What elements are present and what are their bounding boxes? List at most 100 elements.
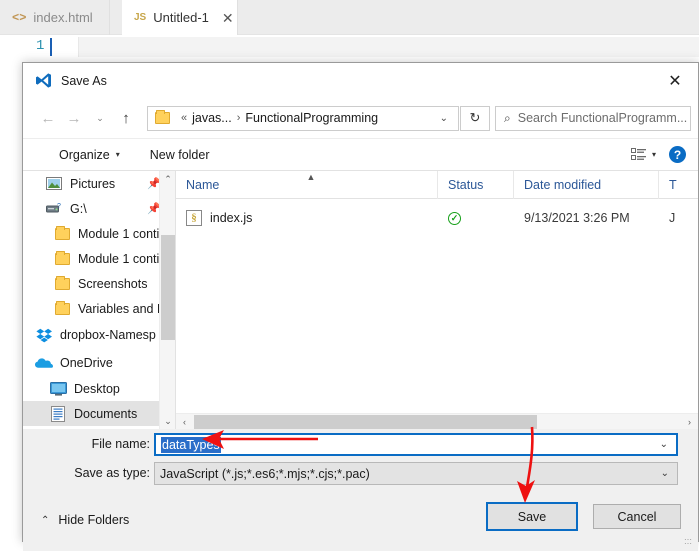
breadcrumb-segment[interactable]: FunctionalProgramming: [245, 111, 378, 125]
dropbox-icon: [35, 327, 53, 343]
scroll-left-icon[interactable]: ‹: [176, 414, 193, 430]
file-name: index.js: [210, 211, 253, 225]
address-bar[interactable]: « javas... › FunctionalProgramming ⌄: [147, 105, 459, 131]
save-as-type-label: Save as type:: [74, 466, 150, 480]
sidebar-item-module1-a[interactable]: Module 1 contin: [23, 221, 175, 246]
search-icon: ⌕: [504, 110, 511, 125]
onedrive-icon: [35, 355, 53, 371]
close-icon[interactable]: ✕: [222, 11, 234, 25]
back-icon[interactable]: ←: [35, 105, 61, 131]
chevron-up-icon: ⌃: [41, 514, 50, 526]
sidebar-item-dropbox[interactable]: dropbox-Namesp: [23, 321, 175, 349]
cell-status: ✓: [438, 205, 514, 231]
chevron-down-icon[interactable]: ⌄: [440, 113, 448, 124]
tab-label: Untitled-1: [153, 10, 209, 25]
save-button[interactable]: Save: [486, 502, 578, 531]
js-file-icon: §: [186, 210, 202, 226]
cancel-button[interactable]: Cancel: [593, 504, 681, 529]
sidebar-item-label: dropbox-Namesp: [60, 328, 156, 342]
network-drive-icon: ?: [45, 201, 63, 217]
sidebar-item-label: Module 1 contin: [78, 251, 167, 266]
save-as-type-select[interactable]: JavaScript (*.js;*.es6;*.mjs;*.cjs;*.pac…: [154, 462, 678, 485]
chevron-down-icon[interactable]: ⌄: [661, 468, 669, 479]
js-file-icon: JS: [134, 12, 147, 23]
hide-folders-button[interactable]: ⌃ Hide Folders: [41, 513, 129, 527]
new-folder-button[interactable]: New folder: [144, 148, 216, 162]
folder-icon: [53, 275, 71, 292]
sidebar-item-documents[interactable]: Documents: [23, 401, 175, 426]
folder-icon: [53, 225, 71, 242]
refresh-icon[interactable]: ↻: [460, 105, 490, 131]
sidebar-item-screenshots[interactable]: Screenshots: [23, 271, 175, 296]
file-list-pane: ▲ Name Status Date modified T § index.js: [175, 171, 698, 430]
scrollbar-thumb[interactable]: [194, 415, 537, 429]
sidebar-item-label: Pictures: [70, 176, 116, 191]
scroll-right-icon[interactable]: ›: [681, 414, 698, 430]
file-name-label: File name:: [91, 437, 150, 451]
resize-grip-icon[interactable]: ⋯ ⋯: [684, 536, 694, 548]
search-placeholder: Search FunctionalProgramm...: [517, 111, 688, 125]
column-header-status[interactable]: Status: [438, 171, 514, 199]
sidebar-scrollbar[interactable]: ⌃ ⌄: [159, 171, 175, 430]
dialog-title: Save As: [61, 73, 107, 88]
view-layout-icon: [630, 147, 646, 160]
chevron-down-icon[interactable]: ⌄: [660, 439, 668, 450]
chevron-down-icon: ▾: [651, 150, 656, 159]
file-list-horizontal-scrollbar[interactable]: ‹ ›: [176, 413, 698, 430]
breadcrumb-segment[interactable]: javas...: [192, 111, 232, 125]
organize-label: Organize: [59, 147, 110, 162]
pictures-icon: [45, 176, 63, 192]
sidebar-item-desktop[interactable]: Desktop: [23, 376, 175, 401]
new-folder-label: New folder: [149, 147, 210, 162]
folder-icon: [53, 250, 71, 267]
sidebar-item-variables[interactable]: Variables and Da: [23, 296, 175, 321]
sidebar-item-module1-b[interactable]: Module 1 contin: [23, 246, 175, 271]
file-name-input[interactable]: dataTypes ⌄: [154, 433, 678, 456]
scroll-down-icon[interactable]: ⌄: [160, 413, 175, 430]
dialog-body: Pictures 📌 ? G:\ 📌 Module 1 contin Modul…: [23, 170, 698, 430]
chevron-right-icon: ›: [236, 112, 241, 124]
up-icon[interactable]: ↑: [113, 105, 139, 131]
tab-label: index.html: [33, 10, 93, 25]
column-label: Date modified: [524, 177, 602, 192]
view-layout-button[interactable]: ▾: [630, 147, 656, 162]
close-icon[interactable]: ✕: [652, 63, 698, 98]
file-name-value: dataTypes: [161, 436, 221, 453]
cell-date-modified: 9/13/2021 3:26 PM: [524, 211, 630, 225]
scrollbar-thumb[interactable]: [161, 235, 175, 340]
chevron-down-icon: ▾: [115, 150, 120, 159]
sidebar-item-label: Screenshots: [78, 276, 148, 291]
sidebar-item-onedrive[interactable]: OneDrive: [23, 349, 175, 376]
sidebar-item-label: Desktop: [74, 381, 120, 396]
sidebar-item-label: G:\: [70, 201, 87, 216]
column-label: T: [669, 177, 677, 192]
cell-name: § index.js: [176, 205, 438, 231]
column-label: Name: [186, 177, 220, 192]
sidebar-item-pictures[interactable]: Pictures 📌: [23, 171, 175, 196]
forward-icon[interactable]: →: [61, 105, 87, 131]
recent-locations-icon[interactable]: ⌄: [87, 105, 113, 131]
save-as-type-value: JavaScript (*.js;*.es6;*.mjs;*.cjs;*.pac…: [160, 466, 370, 481]
navigation-bar: ← → ⌄ ↑ « javas... › FunctionalProgrammi…: [23, 98, 698, 138]
help-button[interactable]: ?: [669, 146, 686, 163]
folder-icon: [155, 110, 170, 124]
sidebar-item-g-drive[interactable]: ? G:\ 📌: [23, 196, 175, 221]
column-header-name[interactable]: ▲ Name: [176, 171, 438, 199]
editor-current-line: [78, 37, 699, 57]
dialog-title-bar: Save As ✕: [23, 63, 698, 98]
svg-text:?: ?: [57, 203, 61, 210]
tab-index-html[interactable]: <> index.html: [0, 0, 110, 35]
sidebar-item-label: OneDrive: [60, 355, 113, 370]
scroll-up-icon[interactable]: ⌃: [160, 171, 175, 188]
editor-tab-bar: <> index.html JS Untitled-1 ✕: [0, 0, 699, 35]
command-bar: Organize ▾ New folder ▾ ?: [23, 138, 698, 170]
sidebar-item-label: Module 1 contin: [78, 226, 167, 241]
tab-untitled-1[interactable]: JS Untitled-1 ✕: [122, 0, 238, 35]
search-input[interactable]: ⌕ Search FunctionalProgramm...: [495, 105, 691, 131]
table-row[interactable]: § index.js ✓ 9/13/2021 3:26 PM J: [176, 205, 698, 231]
line-number: 1: [36, 38, 45, 54]
column-header-date-modified[interactable]: Date modified: [514, 171, 659, 199]
organize-button[interactable]: Organize ▾: [53, 148, 126, 162]
breadcrumb-overflow[interactable]: «: [181, 112, 187, 124]
column-header-type[interactable]: T: [659, 171, 683, 199]
